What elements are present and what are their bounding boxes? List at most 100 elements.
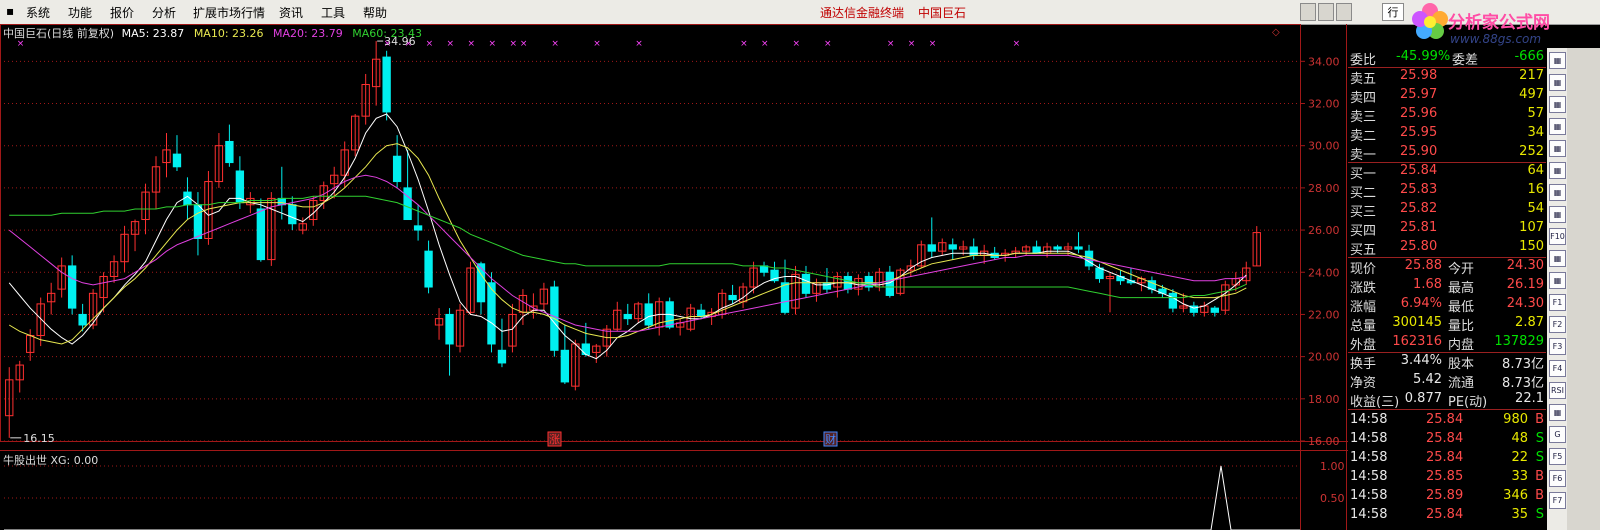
stock-title: 中国巨石: [918, 6, 967, 20]
menu-item-function[interactable]: 功能: [68, 4, 92, 21]
order-ratio-row: 委比 -45.99% 委差 -666: [1348, 48, 1546, 68]
candle-icon[interactable]: ▦: [1549, 118, 1566, 135]
f3-icon[interactable]: F3: [1549, 338, 1566, 355]
candle-down: [392, 155, 402, 183]
ask-row: 卖五 25.98 217: [1348, 67, 1546, 87]
close-button[interactable]: [1336, 3, 1352, 21]
list-icon[interactable]: ▦: [1549, 140, 1566, 157]
ask-row: 卖二 25.95 34: [1348, 124, 1546, 144]
stat-value: 2.87: [1515, 315, 1544, 330]
app-title: 通达信金融终端: [820, 6, 905, 20]
candle-down: [403, 187, 412, 221]
fund-value: 22.1: [1515, 391, 1544, 406]
bid-label: 买一: [1350, 167, 1377, 182]
tick-volume: 980: [1503, 412, 1528, 427]
tick-time: 14:58: [1350, 469, 1388, 484]
bid-volume: 64: [1527, 163, 1544, 178]
fund-label: 净资: [1350, 376, 1377, 391]
ask-price: 25.96: [1400, 106, 1438, 121]
menu-bar: ▪ 系统 功能 报价 分析 扩展市场行情 资讯 工具 帮助 通达信金融终端 中国…: [0, 0, 1600, 25]
bid-volume: 150: [1519, 239, 1544, 254]
f6-icon[interactable]: F6: [1549, 470, 1566, 487]
pen-icon[interactable]: ▦: [1549, 74, 1566, 91]
price-tick-label: 26.00: [1308, 224, 1340, 237]
f2-icon[interactable]: F2: [1549, 316, 1566, 333]
candle-down: [581, 343, 590, 356]
bar-icon[interactable]: ▦: [1549, 184, 1566, 201]
f5-icon[interactable]: F5: [1549, 448, 1566, 465]
signal-marker: ×: [468, 39, 476, 49]
fund-label: 股本: [1448, 357, 1475, 372]
price-tick-label: 22.00: [1308, 308, 1340, 321]
tick-row: 14:58 25.84 48 S: [1348, 430, 1546, 449]
tick-side: B: [1535, 412, 1544, 427]
menu-item-news[interactable]: 资讯: [279, 4, 303, 21]
chart-icon[interactable]: ▦: [1549, 52, 1566, 69]
candle-down: [172, 153, 182, 168]
right-toolbar: ▦ ▦ ▦ ▦ ▦ ▦ ▦ ▦ F10 ▦ ▦ F1 F2 F3 F4 RSI ▦ G F5 F6 F7: [1547, 48, 1567, 530]
stat-label: 涨幅: [1350, 300, 1377, 315]
ask-volume: 497: [1519, 87, 1544, 102]
candle-down: [927, 244, 936, 252]
logo-url: www.88gs.com: [1450, 32, 1542, 46]
pie-icon[interactable]: ▦: [1549, 162, 1566, 179]
indicator-tick-label: 1.00: [1320, 460, 1345, 473]
menu-item-extended-market[interactable]: 扩展市场行情: [193, 4, 265, 21]
bid-label: 买五: [1350, 243, 1377, 258]
stat-label: 量比: [1448, 319, 1475, 334]
candle-down: [969, 246, 978, 256]
kline-chart[interactable]: 34.00 32.00 30.00 28.00 26.00 24.00 22.00 20.00…: [0, 24, 1348, 530]
ask-label: 卖二: [1350, 129, 1377, 144]
f10-icon[interactable]: F10: [1549, 228, 1566, 245]
f7-icon[interactable]: F7: [1549, 492, 1566, 509]
tick-side: S: [1535, 507, 1544, 522]
scrollbar[interactable]: [1567, 48, 1600, 530]
maximize-button[interactable]: [1318, 3, 1334, 21]
tick-time: 14:58: [1350, 507, 1388, 522]
menu-system-icon[interactable]: ▪: [6, 4, 14, 18]
g-icon[interactable]: G: [1549, 426, 1566, 443]
grid-icon[interactable]: ▦: [1549, 96, 1566, 113]
fund-value: 3.44%: [1400, 353, 1442, 368]
line-icon[interactable]: ▦: [1549, 250, 1566, 267]
fund-value: 5.42: [1413, 372, 1442, 387]
bid-row: 买五 25.80 150: [1348, 238, 1546, 258]
menu-item-analysis[interactable]: 分析: [152, 4, 176, 21]
candle-down: [1210, 307, 1219, 313]
chart-legend: 中国巨石(日线 前复权) MA5: 23.87 MA10: 23.26 MA20…: [3, 25, 422, 41]
signal-marker: ×: [908, 39, 916, 49]
f1-icon[interactable]: F1: [1549, 294, 1566, 311]
stat-label: 外盘: [1350, 338, 1377, 353]
ask-label: 卖四: [1350, 91, 1377, 106]
stat-row: 外盘 162316 内盘 137829: [1348, 333, 1546, 353]
vol-icon[interactable]: ▦: [1549, 272, 1566, 289]
menu-item-tools[interactable]: 工具: [321, 4, 345, 21]
signal-marker: ×: [824, 39, 832, 49]
signal-marker: ×: [593, 39, 601, 49]
f4-icon[interactable]: F4: [1549, 360, 1566, 377]
menu-item-system[interactable]: 系统: [26, 4, 50, 21]
price-tick-label: 16.00: [1308, 435, 1340, 448]
menu-item-help[interactable]: 帮助: [363, 4, 387, 21]
box-icon[interactable]: ▦: [1549, 404, 1566, 421]
signal-marker: ×: [761, 39, 769, 49]
minimize-button[interactable]: [1300, 3, 1316, 21]
table-icon[interactable]: ▦: [1549, 206, 1566, 223]
ask-row: 卖三 25.96 57: [1348, 105, 1546, 125]
price-tick-label: 30.00: [1308, 140, 1340, 153]
quote-panel: 委比 -45.99% 委差 -666 卖五 25.98 217 卖四 25.97 497 卖三 25.…: [1348, 48, 1546, 530]
event-marker-1: 涨: [549, 433, 560, 446]
tick-time: 14:58: [1350, 450, 1388, 465]
signal-marker: ×: [509, 39, 517, 49]
rsi-icon[interactable]: RSI: [1549, 382, 1566, 399]
menu-item-quote[interactable]: 报价: [110, 4, 134, 21]
stat-value: 24.30: [1506, 296, 1544, 311]
candle-down: [1074, 246, 1083, 250]
stat-value: 24.30: [1506, 258, 1544, 273]
tick-price: 25.84: [1426, 412, 1464, 427]
signal-marker: ×: [551, 39, 559, 49]
stat-label: 内盘: [1448, 338, 1475, 353]
stat-value: 25.88: [1404, 258, 1442, 273]
ask-price: 25.95: [1400, 125, 1438, 140]
fund-value: 8.73亿: [1502, 357, 1544, 372]
